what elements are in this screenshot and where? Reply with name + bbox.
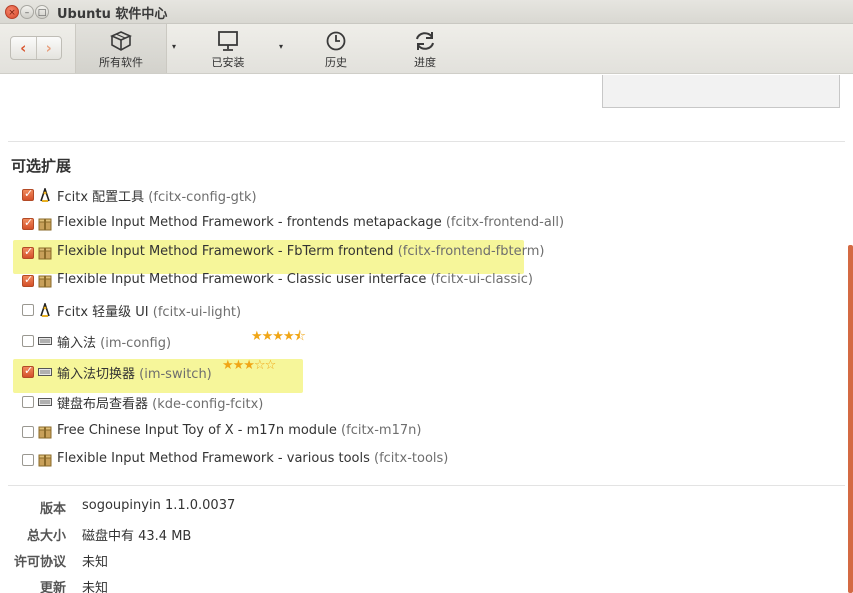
screenshot-frame[interactable] [602,75,840,108]
addon-checkbox[interactable] [22,304,34,316]
all-software-dropdown[interactable]: ▾ [166,24,182,73]
addon-name: 输入法切换器 [57,367,140,382]
keyboard-icon [38,337,52,345]
addon-package: (fcitx-frontend-fbterm) [397,244,545,259]
detail-label: 版本 [39,502,66,517]
detail-label: 总大小 [26,529,66,544]
detail-value: 磁盘中有 43.4 MB [82,529,192,544]
minimize-window-button[interactable]: – [20,5,34,19]
scrollbar[interactable] [848,245,853,593]
tab-label: 历史 [325,56,347,69]
box-icon [110,31,132,51]
detail-value: sogoupinyin 1.1.0.0037 [82,498,236,513]
package-icon [38,218,52,231]
addon-checkbox[interactable] [22,216,34,230]
addon-checkbox[interactable] [22,426,34,438]
addon-item[interactable]: Flexible Input Method Framework - FbTerm… [0,242,560,264]
rating-stars: ★★★☆☆ [222,358,276,373]
addon-name: Fcitx 轻量级 UI [57,305,153,320]
tab-history[interactable]: 历史 [300,24,372,73]
addon-package: (fcitx-config-gtk) [148,190,257,205]
addon-item[interactable]: Flexible Input Method Framework - Classi… [0,270,560,292]
addon-package: (fcitx-frontend-all) [445,215,565,230]
tab-label: 已安装 [211,56,245,69]
addon-name: 输入法 [57,336,101,351]
addon-item[interactable]: Fcitx 配置工具 (fcitx-config-gtk) [0,184,560,206]
detail-value: 未知 [82,581,109,593]
tab-all-software[interactable]: 所有软件 [75,24,167,73]
tab-label: 所有软件 [99,56,143,69]
addon-package: (fcitx-ui-light) [152,305,242,320]
penguin-icon [40,303,50,317]
addon-package: (fcitx-m17n) [341,423,422,438]
addon-label: Free Chinese Input Toy of X - m17n modul… [57,423,421,438]
addon-checkbox[interactable] [22,396,34,408]
addon-label: Flexible Input Method Framework - fronte… [57,215,564,230]
package-icon [38,426,52,439]
addon-package: (fcitx-ui-classic) [430,272,533,287]
detail-label: 许可协议 [13,555,66,570]
package-icon [38,275,52,288]
addon-package: (im-switch) [139,367,212,382]
title-bar: × – □ Ubuntu 软件中心 [0,0,853,24]
detail-label: 更新 [39,581,66,593]
package-icon [38,247,52,260]
installed-dropdown[interactable]: ▾ [273,24,289,73]
addon-checkbox[interactable] [22,245,34,259]
addon-item[interactable]: 键盘布局查看器 (kde-config-fcitx) [0,391,560,413]
forward-button[interactable]: › [37,37,62,59]
addon-name: Flexible Input Method Framework - fronte… [57,215,446,230]
clock-icon [326,31,346,51]
toolbar: ‹ › 所有软件 ▾ 已安装 ▾ 历史 进度 [0,24,853,74]
addon-package: (kde-config-fcitx) [152,397,264,412]
addon-checkbox[interactable] [22,273,34,287]
addon-name: Flexible Input Method Framework - Classi… [57,272,431,287]
addon-name: 键盘布局查看器 [57,397,153,412]
addon-item[interactable]: Flexible Input Method Framework - fronte… [0,213,564,235]
tab-progress[interactable]: 进度 [390,24,460,73]
addon-item[interactable]: Flexible Input Method Framework - variou… [0,449,560,471]
keyboard-icon [38,398,52,406]
addon-item[interactable]: Free Chinese Input Toy of X - m17n modul… [0,421,560,443]
addon-package: (fcitx-tools) [374,451,449,466]
addon-label: 键盘布局查看器 (kde-config-fcitx) [57,393,263,412]
addon-package: (im-config) [100,336,172,351]
tab-installed[interactable]: 已安装 [190,24,266,73]
addons-title: 可选扩展 [11,157,72,175]
addon-name: Free Chinese Input Toy of X - m17n modul… [57,423,342,438]
tab-label: 进度 [414,56,436,69]
maximize-window-button[interactable]: □ [35,5,49,19]
addon-label: 输入法 (im-config) [57,332,171,351]
main-content: 可选扩展 Fcitx 配置工具 (fcitx-config-gtk) Flexib… [0,75,853,593]
addon-checkbox[interactable] [22,454,34,466]
addon-item[interactable]: 输入法切换器 (im-switch) [0,361,560,383]
monitor-icon [218,31,238,51]
nav-buttons: ‹ › [10,36,62,60]
package-icon [38,454,52,467]
addon-label: Fcitx 轻量级 UI (fcitx-ui-light) [57,301,241,320]
divider [8,141,845,142]
back-button[interactable]: ‹ [11,37,37,59]
addon-name: Fcitx 配置工具 [57,190,149,205]
addon-label: Flexible Input Method Framework - FbTerm… [57,244,544,259]
penguin-icon [40,188,50,202]
addon-name: Flexible Input Method Framework - FbTerm… [57,244,398,259]
close-window-button[interactable]: × [5,5,19,19]
addon-checkbox[interactable] [22,364,34,378]
addon-label: Fcitx 配置工具 (fcitx-config-gtk) [57,186,257,205]
keyboard-icon [38,368,52,376]
addon-name: Flexible Input Method Framework - variou… [57,451,374,466]
window-title: Ubuntu 软件中心 [57,7,168,22]
refresh-icon [416,32,434,50]
addon-label: Flexible Input Method Framework - variou… [57,451,448,466]
addon-checkbox[interactable] [22,335,34,347]
addon-label: 输入法切换器 (im-switch) [57,363,212,382]
addon-label: Flexible Input Method Framework - Classi… [57,272,533,287]
addon-item[interactable]: Fcitx 轻量级 UI (fcitx-ui-light) [0,299,560,321]
addon-checkbox[interactable] [22,187,34,201]
detail-value: 未知 [82,555,109,570]
divider [8,485,845,486]
rating-stars: ★★★★⯪ [251,329,306,344]
